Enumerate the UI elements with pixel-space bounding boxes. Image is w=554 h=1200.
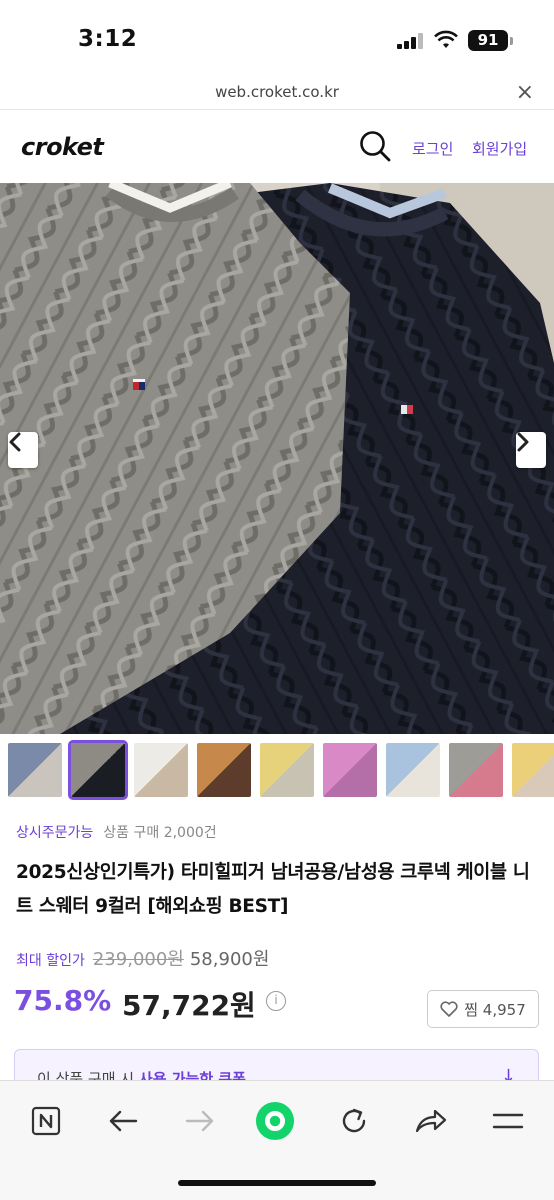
sweater-photo	[0, 183, 554, 734]
next-image-button[interactable]	[516, 432, 546, 468]
thumb-2[interactable]	[68, 740, 128, 800]
status-bar: 3:12 91	[0, 0, 554, 80]
url-bar[interactable]: web.croket.co.kr ×	[0, 80, 554, 110]
arrow-right-icon	[185, 1110, 214, 1132]
arrow-left-icon	[109, 1110, 138, 1132]
search-icon[interactable]	[359, 130, 391, 162]
thumb-5[interactable]	[260, 743, 314, 797]
max-discount-label: 최대 할인가	[16, 953, 85, 969]
cell-signal-icon	[397, 33, 425, 49]
thumb-8[interactable]	[449, 743, 503, 797]
battery-tip	[510, 37, 513, 45]
chevron-right-icon	[517, 432, 529, 452]
original-price: 239,000원	[92, 949, 184, 970]
naver-home-button[interactable]	[26, 1101, 66, 1141]
hamburger-menu-icon	[492, 1113, 524, 1129]
thumb-1[interactable]	[8, 743, 62, 797]
thumb-7[interactable]	[386, 743, 440, 797]
menu-button[interactable]	[488, 1101, 528, 1141]
site-header: croket 로그인 회원가입	[0, 111, 554, 183]
thumbnail-strip	[8, 740, 554, 800]
prev-image-button[interactable]	[8, 432, 38, 468]
wishlist-count: 찜 4,957	[464, 1000, 526, 1019]
order-status-tag: 상시주문가능	[16, 825, 94, 841]
share-button[interactable]	[411, 1101, 451, 1141]
tag-row: 상시주문가능 상품 구매 2,000건	[16, 822, 217, 842]
logo[interactable]: croket	[21, 133, 104, 161]
signup-link[interactable]: 회원가입	[472, 138, 527, 159]
naver-n-icon	[31, 1106, 61, 1136]
wishlist-button[interactable]: 찜 4,957	[427, 990, 539, 1028]
heart-icon	[440, 1001, 458, 1017]
share-icon	[415, 1109, 447, 1133]
thumb-9[interactable]	[512, 743, 554, 797]
back-button[interactable]	[103, 1101, 143, 1141]
sale-price: 58,900원	[189, 949, 270, 970]
battery-icon: 91	[468, 30, 508, 51]
url-text[interactable]: web.croket.co.kr	[0, 83, 554, 101]
thumb-6[interactable]	[323, 743, 377, 797]
reload-icon	[342, 1108, 366, 1133]
product-image[interactable]	[0, 183, 554, 734]
wifi-icon	[434, 30, 458, 48]
sales-count: 상품 구매 2,000건	[103, 825, 217, 841]
home-indicator	[178, 1180, 376, 1186]
close-icon[interactable]: ×	[516, 80, 534, 105]
green-dot-button[interactable]	[255, 1101, 295, 1141]
forward-button[interactable]	[180, 1101, 220, 1141]
status-time: 3:12	[78, 26, 138, 52]
green-dot-icon	[255, 1101, 295, 1141]
info-icon[interactable]: i	[266, 991, 286, 1011]
discount-rate: 75.8%	[14, 984, 112, 1017]
product-title: 2025신상인기특가) 타미힐피거 남녀공용/남성용 크루넥 케이블 니트 스웨…	[16, 862, 530, 917]
thumb-4[interactable]	[197, 743, 251, 797]
reload-button[interactable]	[334, 1101, 374, 1141]
price-row: 최대 할인가 239,000원 58,900원	[16, 945, 269, 971]
chevron-left-icon	[9, 432, 21, 452]
thumb-3[interactable]	[134, 743, 188, 797]
final-price: 57,722원	[122, 989, 256, 1022]
login-link[interactable]: 로그인	[412, 138, 453, 159]
